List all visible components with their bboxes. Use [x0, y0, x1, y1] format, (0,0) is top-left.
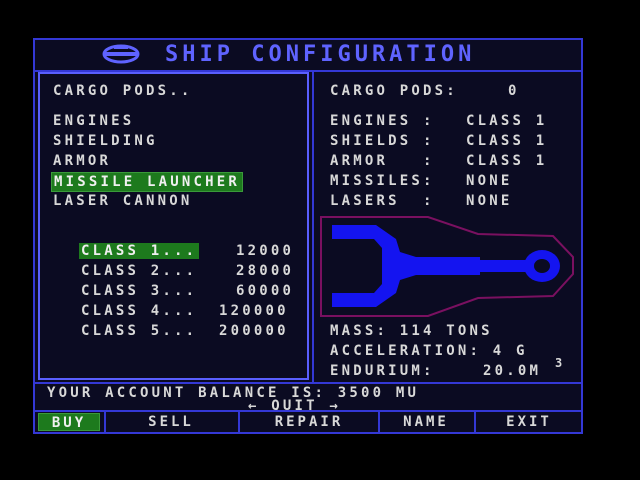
price-item-class3-price: 60000 — [236, 283, 295, 299]
status-armor-value: CLASS 1 — [466, 153, 548, 169]
price-item-class1-label[interactable]: CLASS 1... — [79, 243, 200, 259]
status-missiles-label: MISSILES: — [330, 173, 435, 189]
endurium-value: 20.0M — [483, 363, 542, 379]
buy-button[interactable]: BUY — [38, 413, 100, 431]
repair-button[interactable]: REPAIR — [240, 413, 378, 431]
price-item-class4-price: 120000 — [219, 303, 289, 319]
menu-item-laser-cannon[interactable]: LASER CANNON — [53, 193, 193, 209]
status-divider — [33, 382, 583, 384]
status-armor-label: ARMOR : — [330, 153, 435, 169]
status-shields-label: SHIELDS : — [330, 133, 435, 149]
status-missiles-value: NONE — [466, 173, 513, 189]
ship-mass: MASS: 114 TONS — [330, 323, 493, 339]
status-engines-label: ENGINES : — [330, 113, 435, 129]
price-item-class1-price: 12000 — [236, 243, 295, 259]
price-item-class4-label[interactable]: CLASS 4... — [81, 303, 197, 319]
ship-hull — [332, 225, 560, 307]
exit-button[interactable]: EXIT — [476, 413, 582, 431]
status-lasers-label: LASERS : — [330, 193, 435, 209]
price-item-class2-price: 28000 — [236, 263, 295, 279]
menu-item-shielding[interactable]: SHIELDING — [53, 133, 158, 149]
status-shields-value: CLASS 1 — [466, 133, 548, 149]
status-engines-value: CLASS 1 — [466, 113, 548, 129]
price-item-class5-label[interactable]: CLASS 5... — [81, 323, 197, 339]
menu-item-cargo-pods[interactable]: CARGO PODS.. — [53, 83, 193, 99]
status-cargo-pods-label: CARGO PODS: — [330, 83, 458, 99]
account-balance: YOUR ACCOUNT BALANCE IS: 3500 MU — [47, 385, 420, 401]
sell-button[interactable]: SELL — [106, 413, 236, 431]
menu-item-armor[interactable]: ARMOR — [53, 153, 111, 169]
price-item-class2-label[interactable]: CLASS 2... — [81, 263, 197, 279]
ship-acceleration: ACCELERATION: 4 G — [330, 343, 528, 359]
ship-emblem-icon — [102, 44, 140, 64]
name-button[interactable]: NAME — [380, 413, 472, 431]
status-lasers-value: NONE — [466, 193, 513, 209]
ship-diagram — [320, 216, 574, 317]
menu-item-engines[interactable]: ENGINES — [53, 113, 134, 129]
price-item-class5-price: 200000 — [219, 323, 289, 339]
endurium-unit-superscript: 3 — [555, 356, 566, 370]
panel-divider — [312, 72, 314, 382]
endurium-label: ENDURIUM: — [330, 363, 435, 379]
menu-item-missile-launcher[interactable]: MISSILE LAUNCHER — [51, 172, 244, 192]
button-bar-divider — [33, 410, 583, 412]
status-cargo-pods-value: 0 — [508, 83, 520, 99]
page-title: SHIP CONFIGURATION — [165, 42, 476, 67]
price-item-class3-label[interactable]: CLASS 3... — [81, 283, 197, 299]
